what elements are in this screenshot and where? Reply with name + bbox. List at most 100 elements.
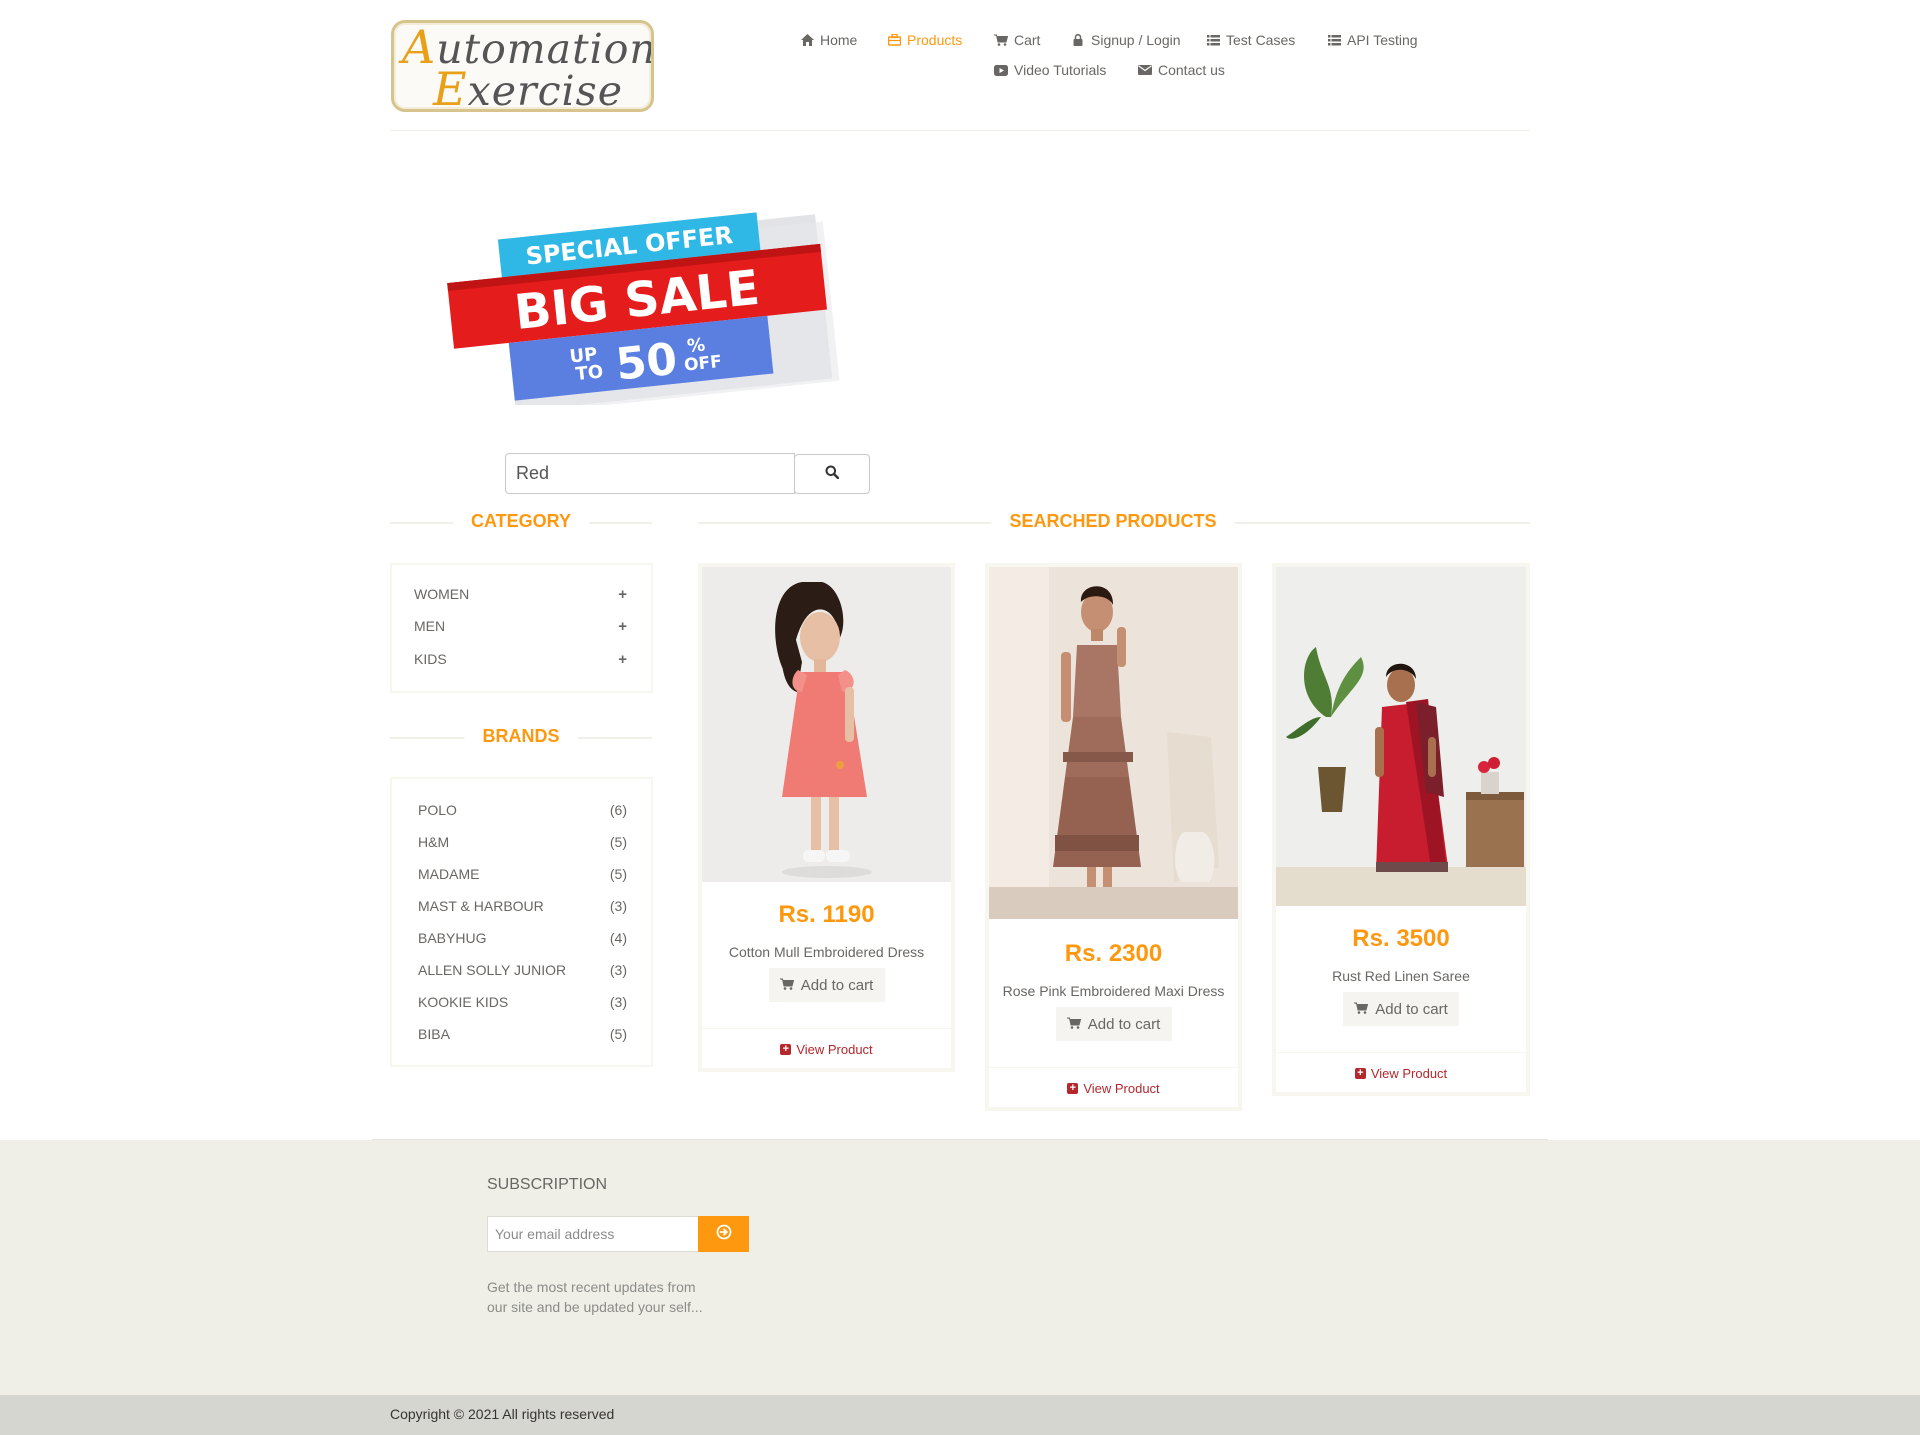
product-card: Rs. 2300 Rose Pink Embroidered Maxi Dres…	[985, 563, 1242, 1111]
nav-api-testing[interactable]: API Testing	[1327, 32, 1418, 48]
youtube-play-icon	[994, 63, 1008, 77]
view-product-label: View Product	[1370, 1066, 1448, 1081]
category-men[interactable]: MEN +	[414, 616, 627, 636]
products-title: SEARCHED PRODUCTS	[991, 511, 1235, 532]
list-icon	[1327, 33, 1341, 47]
brand-biba[interactable]: BIBA (5)	[418, 1025, 627, 1043]
plus-square-icon: +	[1067, 1083, 1079, 1094]
category-panel: WOMEN + MEN + KIDS +	[390, 563, 653, 693]
product-photo	[1276, 567, 1526, 906]
nav-home[interactable]: Home	[800, 32, 857, 48]
product-price: Rs. 2300	[1064, 940, 1163, 967]
logo-letter: E	[433, 62, 468, 112]
brand-label: MADAME	[418, 866, 480, 882]
nav-video-tutorials[interactable]: Video Tutorials	[994, 62, 1106, 78]
product-photo	[702, 567, 951, 882]
banner-to: TO	[575, 361, 605, 385]
nav-cart[interactable]: Cart	[994, 32, 1040, 48]
brand-count: (6)	[609, 802, 627, 818]
add-to-cart-button[interactable]: Add to cart	[768, 968, 885, 1002]
cart-icon	[1066, 1016, 1081, 1033]
category-women[interactable]: WOMEN +	[414, 584, 627, 604]
brand-allen-solly-junior[interactable]: ALLEN SOLLY JUNIOR (3)	[418, 961, 627, 979]
brand-madame[interactable]: MADAME (5)	[418, 865, 627, 883]
search-input[interactable]	[505, 453, 795, 494]
search-button[interactable]	[794, 454, 870, 494]
subscribe-button[interactable]	[698, 1216, 749, 1252]
add-to-cart-button[interactable]: Add to cart	[1055, 1007, 1172, 1041]
brand-label: KOOKIE KIDS	[418, 994, 509, 1010]
view-product-link[interactable]: + View Product	[702, 1042, 951, 1057]
brand-count: (3)	[609, 994, 627, 1010]
brand-label: MAST & HARBOUR	[418, 898, 544, 914]
category-title: CATEGORY	[452, 511, 590, 532]
product-image[interactable]	[1276, 567, 1526, 906]
cart-icon	[779, 977, 794, 994]
add-to-cart-button[interactable]: Add to cart	[1343, 992, 1459, 1026]
plus-icon: +	[618, 617, 627, 635]
nav-label: Signup / Login	[1091, 32, 1181, 48]
sale-banner-graphic: SPECIAL OFFER BIG SALE UP TO 50 % OFF	[447, 212, 840, 414]
cart-icon	[994, 33, 1008, 47]
nav-label: API Testing	[1347, 32, 1418, 48]
cart-icon	[1354, 1001, 1369, 1018]
brand-kookie-kids[interactable]: KOOKIE KIDS (3)	[418, 993, 627, 1011]
add-to-cart-label: Add to cart	[800, 976, 874, 994]
plus-square-icon: +	[1354, 1068, 1366, 1079]
view-product-link[interactable]: + View Product	[989, 1081, 1238, 1096]
products-icon	[887, 33, 901, 47]
brand-mast-harbour[interactable]: MAST & HARBOUR (3)	[418, 897, 627, 915]
brand-label: ALLEN SOLLY JUNIOR	[418, 962, 567, 978]
product-image[interactable]	[989, 567, 1238, 919]
plus-icon: +	[618, 650, 627, 668]
product-price: Rs. 1190	[778, 901, 875, 928]
product-photo	[989, 567, 1238, 919]
product-image[interactable]	[702, 567, 951, 882]
footer-bottom-bar	[0, 1395, 1920, 1435]
category-kids[interactable]: KIDS +	[414, 649, 627, 669]
nav-products[interactable]: Products	[887, 32, 962, 48]
card-divider	[989, 1067, 1238, 1068]
brands-panel: POLO (6) H&M (5) MADAME (5) MAST & HARBO…	[390, 777, 653, 1067]
brand-count: (3)	[609, 898, 627, 914]
subscription-email-input[interactable]	[487, 1216, 699, 1252]
lock-icon	[1071, 33, 1085, 47]
brand-label: H&M	[418, 834, 450, 850]
nav-label: Cart	[1014, 32, 1041, 48]
logo-text: utomation	[436, 25, 654, 73]
logo-text: xercise	[467, 67, 623, 112]
brand-count: (5)	[609, 1026, 627, 1042]
nav-label: Products	[907, 32, 963, 48]
product-name: Rust Red Linen Saree	[1332, 968, 1470, 984]
nav-signup-login[interactable]: Signup / Login	[1071, 32, 1181, 48]
card-divider	[702, 1028, 951, 1029]
header-divider	[390, 130, 1530, 131]
view-product-label: View Product	[1083, 1081, 1160, 1096]
brand-label: POLO	[418, 802, 457, 818]
nav-label: Video Tutorials	[1014, 62, 1107, 78]
home-icon	[800, 33, 814, 47]
brand-hm[interactable]: H&M (5)	[418, 833, 627, 851]
subscription-title: SUBSCRIPTION	[487, 1176, 608, 1193]
add-to-cart-label: Add to cart	[1375, 1000, 1448, 1018]
product-price: Rs. 3500	[1352, 925, 1450, 952]
search-icon	[825, 465, 840, 484]
brand-polo[interactable]: POLO (6)	[418, 801, 627, 819]
add-to-cart-label: Add to cart	[1087, 1015, 1161, 1033]
category-label: KIDS	[414, 651, 447, 667]
nav-contact-us[interactable]: Contact us	[1138, 62, 1225, 78]
site-logo[interactable]: Automation Exercise	[391, 20, 654, 112]
banner-off: OFF	[683, 352, 723, 376]
nav-test-cases[interactable]: Test Cases	[1206, 32, 1295, 48]
envelope-icon	[1138, 63, 1152, 77]
arrow-circle-right-icon	[716, 1224, 732, 1245]
brand-count: (5)	[609, 866, 627, 882]
category-label: WOMEN	[414, 586, 470, 602]
product-card: Rs. 1190 Cotton Mull Embroidered Dress A…	[698, 563, 955, 1072]
plus-icon: +	[618, 585, 627, 603]
view-product-link[interactable]: + View Product	[1276, 1066, 1526, 1081]
nav-label: Test Cases	[1226, 32, 1296, 48]
brand-babyhug[interactable]: BABYHUG (4)	[418, 929, 627, 947]
copyright-text: Copyright © 2021 All rights reserved	[390, 1406, 615, 1422]
brand-label: BABYHUG	[418, 930, 487, 946]
